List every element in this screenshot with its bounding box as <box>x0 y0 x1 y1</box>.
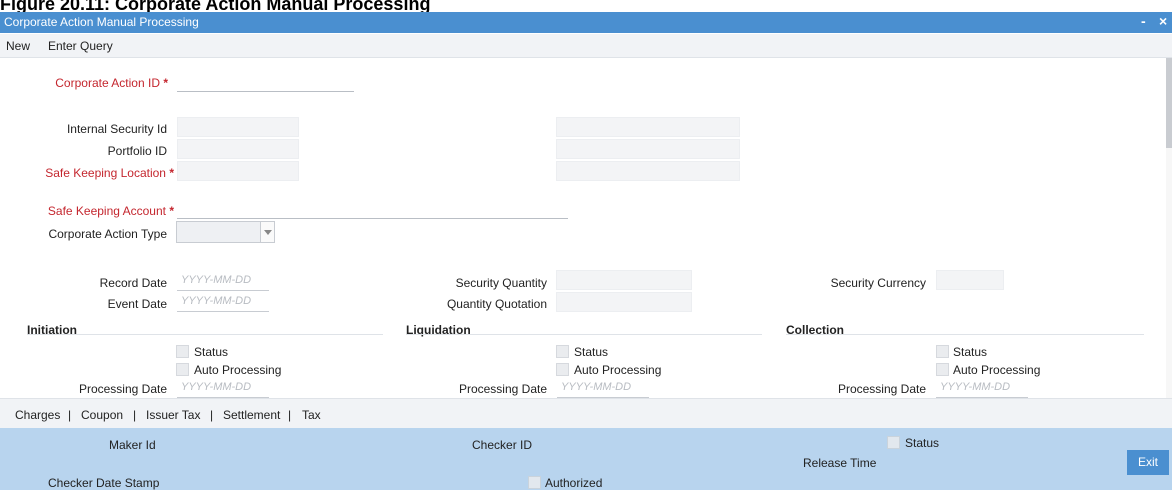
security-quantity-label: Security Quantity <box>455 276 547 290</box>
chevron-down-icon[interactable] <box>260 222 274 242</box>
corporate-action-id-label: Corporate Action ID * <box>55 76 168 90</box>
safe-keeping-account-label: Safe Keeping Account * <box>47 204 174 218</box>
safe-keeping-account-input[interactable] <box>177 199 568 219</box>
liquidation-status-checkbox[interactable] <box>556 345 569 358</box>
event-date-label: Event Date <box>107 297 167 311</box>
tab-charges[interactable]: Charges <box>15 408 60 422</box>
record-date-label: Record Date <box>99 276 167 290</box>
initiation-divider <box>27 334 383 335</box>
audit-footer: Maker Id Checker ID Status Release Time … <box>0 428 1172 490</box>
initiation-status-checkbox[interactable] <box>176 345 189 358</box>
portfolio-id-field[interactable] <box>177 139 299 159</box>
close-button[interactable]: × <box>1159 13 1167 29</box>
quantity-quotation-field[interactable] <box>556 292 692 312</box>
portfolio-id-description <box>556 139 740 159</box>
tab-tax[interactable]: Tax <box>302 408 321 422</box>
liquidation-divider <box>406 334 762 335</box>
checker-date-stamp-label: Checker Date Stamp <box>48 476 160 490</box>
safe-keeping-location-description <box>556 161 740 181</box>
tab-coupon[interactable]: Coupon <box>81 408 123 422</box>
scrollbar-thumb[interactable] <box>1166 58 1172 148</box>
separator: | <box>288 408 292 422</box>
collection-auto-processing-checkbox[interactable] <box>936 363 949 376</box>
corporate-action-id-input[interactable] <box>177 72 354 92</box>
menu-enter-query[interactable]: Enter Query <box>48 39 113 53</box>
liquidation-processing-date-label: Processing Date <box>458 382 547 396</box>
tab-issuer-tax[interactable]: Issuer Tax <box>146 408 200 422</box>
initiation-auto-processing-checkbox[interactable] <box>176 363 189 376</box>
initiation-processing-date-label: Processing Date <box>78 382 167 396</box>
collection-status-checkbox[interactable] <box>936 345 949 358</box>
menu-new[interactable]: New <box>6 39 30 53</box>
event-date-input[interactable]: YYYY-MM-DD <box>177 292 269 312</box>
internal-security-id-field[interactable] <box>177 117 299 137</box>
collection-status-label: Status <box>953 345 988 359</box>
authorized-checkbox[interactable] <box>528 476 541 489</box>
authorized-label: Authorized <box>545 476 603 490</box>
subsystem-bar: Charges | Coupon | Issuer Tax | Settleme… <box>0 398 1172 428</box>
security-currency-label: Security Currency <box>830 276 926 290</box>
separator: | <box>68 408 72 422</box>
portfolio-id-label: Portfolio ID <box>107 144 167 158</box>
initiation-auto-processing-label: Auto Processing <box>194 363 282 377</box>
initiation-processing-date-input[interactable]: YYYY-MM-DD <box>177 378 269 398</box>
quantity-quotation-label: Quantity Quotation <box>446 297 547 311</box>
initiation-status-label: Status <box>194 345 229 359</box>
separator: | <box>210 408 214 422</box>
collection-divider <box>786 334 1144 335</box>
corporate-action-type-select[interactable] <box>176 221 275 243</box>
separator: | <box>133 408 137 422</box>
internal-security-id-label: Internal Security Id <box>66 122 167 136</box>
liquidation-auto-processing-checkbox[interactable] <box>556 363 569 376</box>
internal-security-id-description <box>556 117 740 137</box>
safe-keeping-location-label: Safe Keeping Location * <box>45 166 174 180</box>
status-label: Status <box>905 436 940 450</box>
window-title: Corporate Action Manual Processing <box>4 15 199 29</box>
maker-id-label: Maker Id <box>109 438 156 452</box>
tab-settlement[interactable]: Settlement <box>223 408 280 422</box>
release-time-label: Release Time <box>803 456 877 470</box>
status-checkbox[interactable] <box>887 436 900 449</box>
collection-processing-date-label: Processing Date <box>837 382 926 396</box>
checker-id-label: Checker ID <box>472 438 533 452</box>
main-form: Corporate Action ID * Internal Security … <box>0 58 1172 398</box>
menu-bar: New Enter Query <box>0 34 1172 58</box>
record-date-input[interactable]: YYYY-MM-DD <box>177 271 269 291</box>
safe-keeping-location-field[interactable] <box>177 161 299 181</box>
exit-button[interactable]: Exit <box>1127 450 1169 475</box>
collection-processing-date-input[interactable]: YYYY-MM-DD <box>936 378 1028 398</box>
minimize-button[interactable]: - <box>1141 13 1146 29</box>
liquidation-processing-date-input[interactable]: YYYY-MM-DD <box>557 378 649 398</box>
window-titlebar: Corporate Action Manual Processing - × <box>0 12 1172 33</box>
liquidation-auto-processing-label: Auto Processing <box>574 363 662 377</box>
security-quantity-field[interactable] <box>556 270 692 290</box>
form-scrollbar[interactable] <box>1166 58 1172 398</box>
liquidation-status-label: Status <box>574 345 609 359</box>
security-currency-field[interactable] <box>936 270 1004 290</box>
corporate-action-type-label: Corporate Action Type <box>48 227 167 241</box>
collection-auto-processing-label: Auto Processing <box>953 363 1041 377</box>
